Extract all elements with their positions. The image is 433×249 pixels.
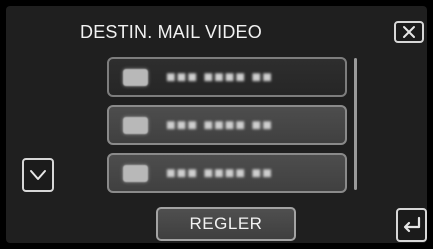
thumbnail-icon xyxy=(123,165,148,182)
camera-screen: DESTIN. MAIL VIDEO ■■■ ■■■■ ■■ ■■■ ■■■■ … xyxy=(0,0,433,249)
list-item[interactable]: ■■■ ■■■■ ■■ xyxy=(107,105,347,145)
scroll-down-button[interactable] xyxy=(22,158,54,192)
thumbnail-icon xyxy=(123,117,148,134)
regler-button[interactable]: REGLER xyxy=(156,207,296,241)
back-button[interactable] xyxy=(396,208,427,242)
close-icon xyxy=(402,25,416,39)
chevron-down-icon xyxy=(28,168,48,182)
scrollbar[interactable] xyxy=(354,58,357,190)
list-item-label: ■■■ ■■■■ ■■ xyxy=(166,165,273,182)
page-title: DESTIN. MAIL VIDEO xyxy=(80,22,262,42)
thumbnail-icon xyxy=(123,69,148,86)
list-item-label: ■■■ ■■■■ ■■ xyxy=(166,117,273,134)
list-item-label: ■■■ ■■■■ ■■ xyxy=(166,69,273,86)
list-item[interactable]: ■■■ ■■■■ ■■ xyxy=(107,153,347,193)
close-button[interactable] xyxy=(394,21,424,43)
return-arrow-icon xyxy=(401,216,423,234)
list-item[interactable]: ■■■ ■■■■ ■■ xyxy=(107,57,347,97)
